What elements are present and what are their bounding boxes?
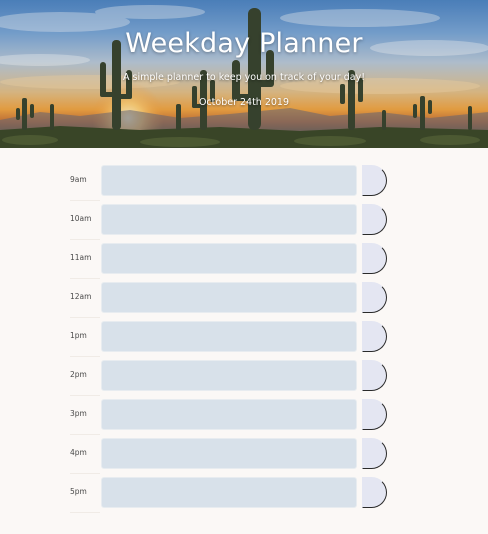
current-date: October 24th 2019 <box>198 97 290 108</box>
save-button-3pm[interactable] <box>362 399 387 430</box>
time-block-10am: 10am <box>70 204 390 243</box>
task-input-12am[interactable] <box>101 282 357 313</box>
save-button-4pm[interactable] <box>362 438 387 469</box>
hour-label: 2pm <box>70 360 100 396</box>
task-input-5pm[interactable] <box>101 477 357 508</box>
time-block-4pm: 4pm <box>70 438 390 477</box>
page-title: Weekday Planner <box>125 28 363 59</box>
task-input-1pm[interactable] <box>101 321 357 352</box>
hero-banner: Weekday Planner A simple planner to keep… <box>0 0 488 148</box>
save-button-10am[interactable] <box>362 204 387 235</box>
task-input-3pm[interactable] <box>101 399 357 430</box>
save-button-2pm[interactable] <box>362 360 387 391</box>
save-button-11am[interactable] <box>362 243 387 274</box>
save-button-1pm[interactable] <box>362 321 387 352</box>
hour-label: 3pm <box>70 399 100 435</box>
time-block-11am: 11am <box>70 243 390 282</box>
time-block-2pm: 2pm <box>70 360 390 399</box>
hour-label: 4pm <box>70 438 100 474</box>
save-button-9am[interactable] <box>362 165 387 196</box>
hour-label: 1pm <box>70 321 100 357</box>
task-input-11am[interactable] <box>101 243 357 274</box>
time-block-5pm: 5pm <box>70 477 390 516</box>
hour-label: 10am <box>70 204 100 240</box>
planner-container: 9am 10am 11am 12am 1pm 2pm 3pm 4pm 5pm <box>0 148 488 534</box>
time-block-3pm: 3pm <box>70 399 390 438</box>
save-button-12am[interactable] <box>362 282 387 313</box>
hour-label: 12am <box>70 282 100 318</box>
time-block-9am: 9am <box>70 165 390 204</box>
page-subtitle: A simple planner to keep you on track of… <box>122 72 366 83</box>
hour-label: 11am <box>70 243 100 279</box>
time-block-12am: 12am <box>70 282 390 321</box>
hour-label: 9am <box>70 165 100 201</box>
save-button-5pm[interactable] <box>362 477 387 508</box>
hour-label: 5pm <box>70 477 100 513</box>
task-input-10am[interactable] <box>101 204 357 235</box>
task-input-2pm[interactable] <box>101 360 357 391</box>
task-input-4pm[interactable] <box>101 438 357 469</box>
time-block-1pm: 1pm <box>70 321 390 360</box>
task-input-9am[interactable] <box>101 165 357 196</box>
